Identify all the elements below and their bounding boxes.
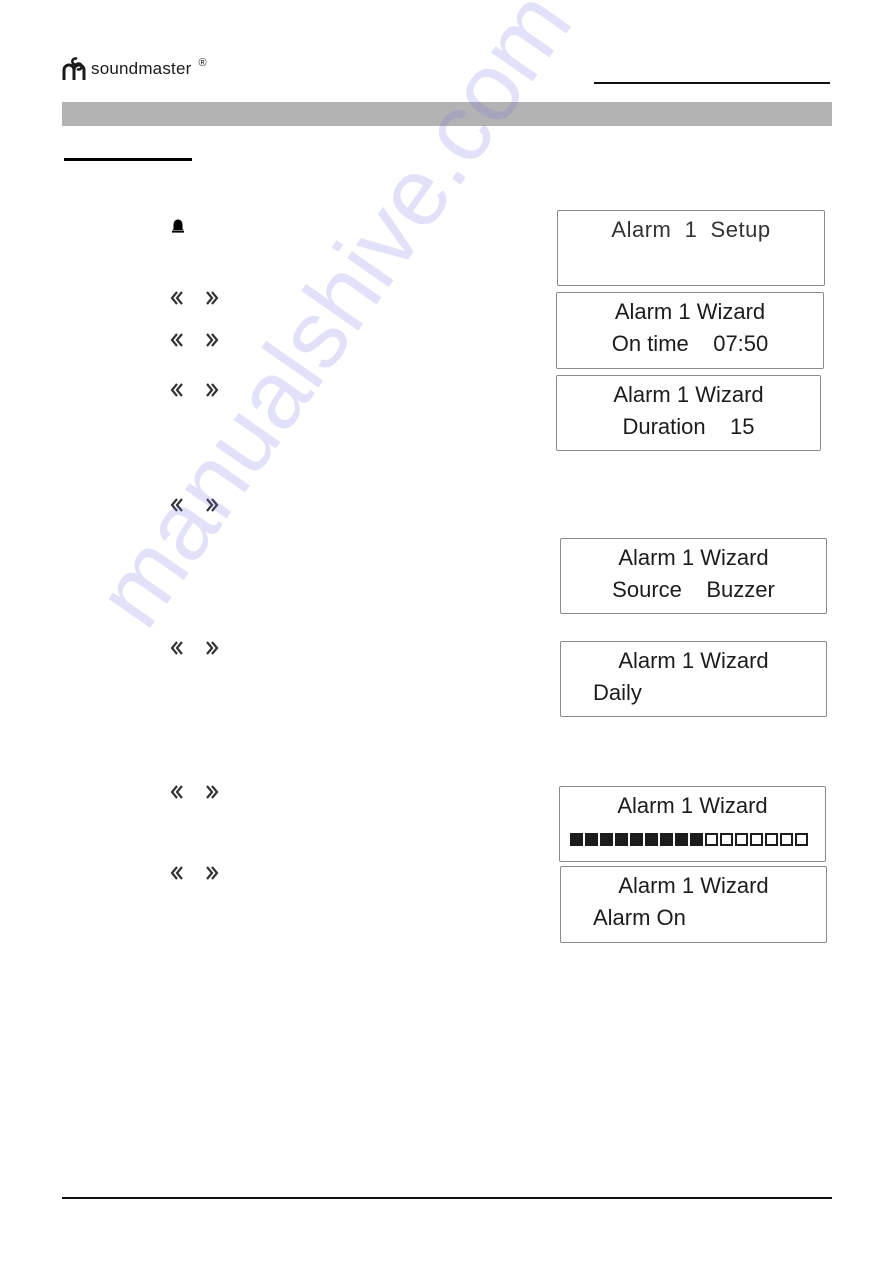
section-title-bar — [62, 102, 832, 126]
footer-rule — [62, 1197, 832, 1199]
lcd-line-1: Alarm 1 Wizard — [618, 545, 769, 570]
lcd-line-1: Alarm 1 Wizard — [617, 793, 768, 818]
lcd-display-duration: Alarm 1 Wizard Duration 15 — [556, 375, 821, 451]
lcd-line-2: Alarm On — [593, 905, 686, 930]
bell-icon — [172, 219, 184, 233]
volume-block-filled — [570, 833, 583, 846]
chevron-double-right-icon — [206, 291, 219, 305]
volume-block-empty — [795, 833, 808, 846]
chevron-double-right-icon — [206, 498, 219, 512]
volume-block-empty — [780, 833, 793, 846]
volume-block-empty — [735, 833, 748, 846]
chevron-double-left-icon — [170, 498, 183, 512]
volume-block-empty — [720, 833, 733, 846]
volume-block-filled — [585, 833, 598, 846]
chevron-double-left-icon — [170, 866, 183, 880]
lcd-line-2: On time 07:50 — [611, 331, 769, 356]
volume-block-filled — [615, 833, 628, 846]
volume-block-filled — [600, 833, 613, 846]
subsection-underline — [64, 158, 192, 161]
chevron-double-left-icon — [170, 291, 183, 305]
chevron-double-right-icon — [206, 383, 219, 397]
lcd-display-volume: Alarm 1 Wizard — [559, 786, 826, 862]
chevron-double-left-icon — [170, 333, 183, 347]
lcd-line-2: Source Buzzer — [612, 577, 775, 602]
volume-block-filled — [675, 833, 688, 846]
lcd-display-alarm-setup: Alarm 1 Setup — [557, 210, 825, 286]
chevron-double-left-icon — [170, 785, 183, 799]
lcd-display-alarm-status: Alarm 1 Wizard Alarm On — [560, 866, 827, 943]
chevron-double-right-icon — [206, 785, 219, 799]
lcd-line-2: Daily — [593, 680, 642, 705]
lcd-line-2: Duration 15 — [622, 414, 755, 439]
chevron-double-right-icon — [206, 641, 219, 655]
registered-mark: ® — [198, 57, 207, 69]
volume-bar — [570, 833, 808, 846]
lcd-line-1: Alarm 1 Setup — [611, 217, 771, 242]
volume-block-empty — [765, 833, 778, 846]
volume-block-empty — [705, 833, 718, 846]
lcd-line-1: Alarm 1 Wizard — [613, 382, 764, 407]
soundmaster-logo-icon — [62, 57, 86, 80]
lcd-line-1: Alarm 1 Wizard — [618, 873, 769, 898]
volume-block-filled — [645, 833, 658, 846]
lcd-display-source: Alarm 1 Wizard Source Buzzer — [560, 538, 827, 614]
chevron-double-left-icon — [170, 383, 183, 397]
lcd-display-on-time: Alarm 1 Wizard On time 07:50 — [556, 292, 824, 369]
watermark-text: manualshive.com — [75, 0, 592, 646]
chevron-double-right-icon — [206, 333, 219, 347]
lcd-line-1: Alarm 1 Wizard — [614, 299, 766, 324]
volume-block-empty — [750, 833, 763, 846]
chevron-double-right-icon — [206, 866, 219, 880]
brand-logo: soundmaster ® — [62, 56, 207, 82]
lcd-display-repeat: Alarm 1 Wizard Daily — [560, 641, 827, 717]
header-rule — [594, 82, 830, 84]
lcd-line-1: Alarm 1 Wizard — [618, 648, 769, 673]
volume-block-filled — [630, 833, 643, 846]
chevron-double-left-icon — [170, 641, 183, 655]
brand-name: soundmaster — [91, 59, 192, 78]
volume-block-filled — [660, 833, 673, 846]
volume-block-filled — [690, 833, 703, 846]
